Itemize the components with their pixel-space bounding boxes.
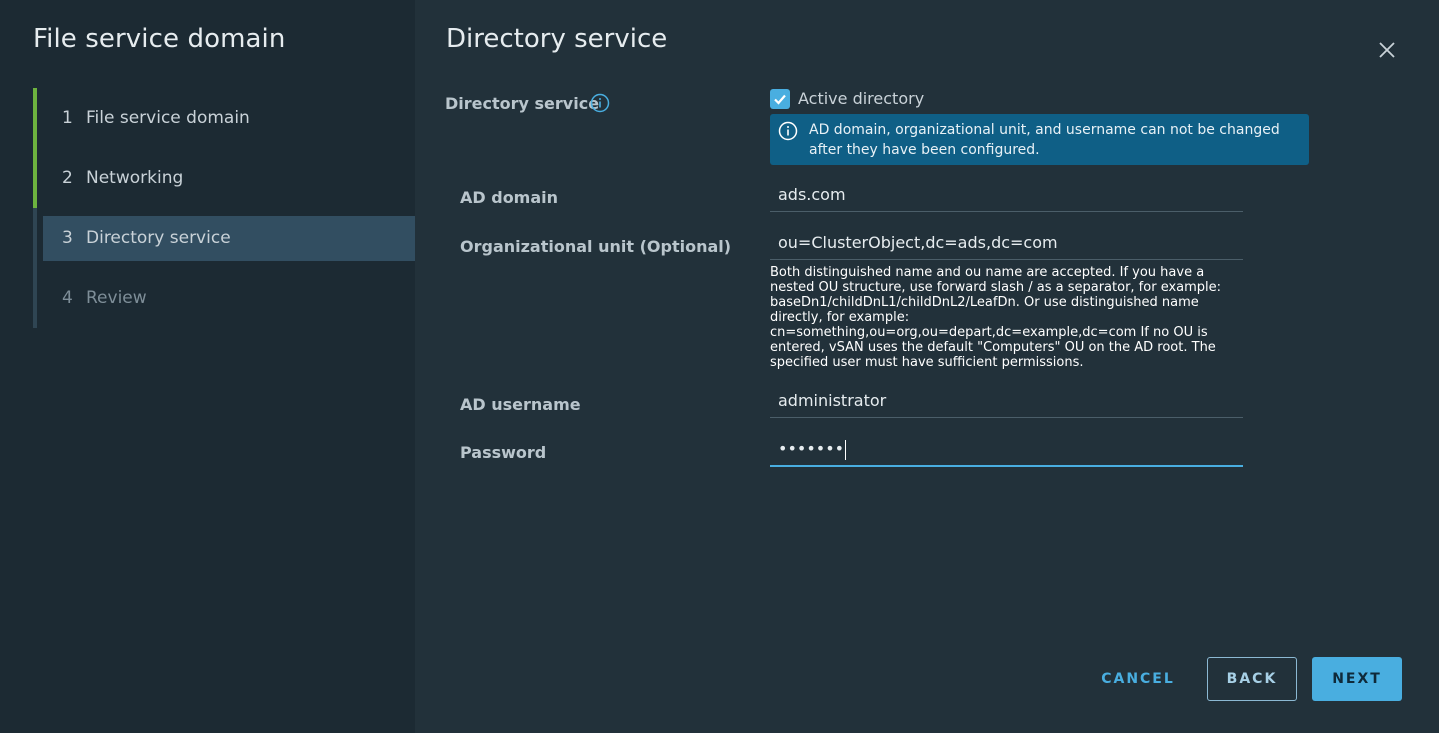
- active-directory-label[interactable]: Active directory: [798, 89, 924, 108]
- info-circle-icon: [778, 121, 798, 141]
- info-alert: AD domain, organizational unit, and user…: [770, 114, 1309, 165]
- checkmark-icon: [774, 94, 786, 105]
- step-number: 4: [62, 288, 73, 308]
- step-progress-bar: [33, 148, 37, 208]
- back-button[interactable]: BACK: [1207, 657, 1297, 701]
- wizard-steps: 1 File service domain 2 Networking 3 Dir…: [33, 88, 415, 328]
- step-networking[interactable]: 2 Networking: [33, 148, 415, 208]
- step-progress-bar: [33, 88, 37, 148]
- step-review: 4 Review: [33, 268, 415, 328]
- password-input[interactable]: •••••••: [770, 431, 1243, 467]
- step-directory-service[interactable]: 3 Directory service: [33, 208, 415, 268]
- text-caret: [845, 439, 847, 460]
- wizard-content: Directory service Directory service Acti…: [415, 0, 1439, 733]
- step-progress-bar: [33, 268, 37, 328]
- page-title: Directory service: [446, 24, 668, 54]
- step-label: Review: [86, 288, 147, 308]
- info-circle-icon[interactable]: [590, 93, 610, 113]
- step-number: 2: [62, 168, 73, 188]
- step-label: File service domain: [86, 108, 250, 128]
- close-icon[interactable]: [1375, 38, 1399, 62]
- wizard-title: File service domain: [33, 24, 286, 54]
- directory-service-label: Directory service: [445, 94, 600, 113]
- password-value-wrap: •••••••: [778, 439, 847, 460]
- ad-username-value: administrator: [778, 391, 887, 410]
- organizational-unit-value: ou=ClusterObject,dc=ads,dc=com: [778, 233, 1058, 252]
- step-file-service-domain[interactable]: 1 File service domain: [33, 88, 415, 148]
- organizational-unit-help-text: Both distinguished name and ou name are …: [770, 265, 1222, 370]
- ad-domain-value: ads.com: [778, 185, 846, 204]
- step-progress-bar: [33, 208, 37, 268]
- ad-username-label: AD username: [460, 395, 581, 414]
- organizational-unit-label: Organizational unit (Optional): [460, 237, 732, 256]
- step-number: 1: [62, 108, 73, 128]
- wizard-sidebar: File service domain 1 File service domai…: [0, 0, 415, 733]
- step-number: 3: [62, 228, 73, 248]
- step-label: Networking: [86, 168, 184, 188]
- organizational-unit-input[interactable]: ou=ClusterObject,dc=ads,dc=com: [770, 225, 1243, 260]
- cancel-button[interactable]: CANCEL: [1085, 657, 1191, 701]
- step-label: Directory service: [86, 228, 231, 248]
- ad-domain-label: AD domain: [460, 188, 559, 207]
- next-button[interactable]: NEXT: [1312, 657, 1402, 701]
- password-label: Password: [460, 443, 547, 462]
- active-directory-checkbox[interactable]: [770, 89, 790, 109]
- ad-username-input[interactable]: administrator: [770, 383, 1243, 418]
- alert-text: AD domain, organizational unit, and user…: [809, 122, 1280, 158]
- ad-domain-input[interactable]: ads.com: [770, 177, 1243, 212]
- password-value: •••••••: [778, 439, 845, 458]
